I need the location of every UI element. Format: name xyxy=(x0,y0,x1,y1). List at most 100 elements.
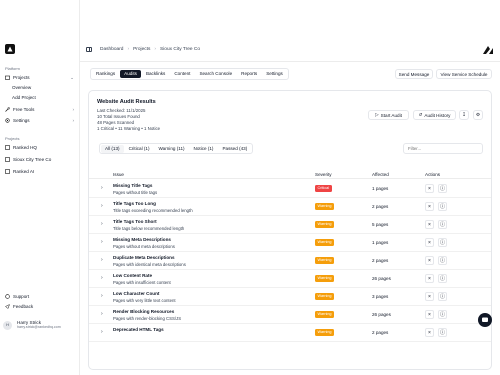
info-button[interactable]: ⓘ xyxy=(438,328,447,337)
chevron-right-icon: › xyxy=(72,118,74,123)
sidebar-item-label: Ranked HQ xyxy=(13,145,38,150)
sidebar-item-free-tools[interactable]: Free Tools › xyxy=(5,105,76,114)
audit-history-label: Audit History xyxy=(424,112,451,118)
chevron-right-icon[interactable]: › xyxy=(101,239,103,245)
dismiss-button[interactable]: × xyxy=(425,292,434,301)
info-button[interactable]: ⓘ xyxy=(438,202,447,211)
table-row[interactable]: › Title Tags Too Long Title tags exceeding… xyxy=(89,198,491,216)
dismiss-button[interactable]: × xyxy=(425,220,434,229)
issue-description: Title tags exceeding recommended length xyxy=(113,208,193,213)
user-menu[interactable]: H Harry Strick harry.strick@rankedhq.com xyxy=(3,317,77,333)
chevron-right-icon[interactable]: › xyxy=(101,221,103,227)
sidebar-item-projects[interactable]: Projects ⌄ xyxy=(5,73,76,82)
section-label-platform: Platform xyxy=(5,66,20,71)
filter-all[interactable]: All (13) xyxy=(101,145,124,153)
severity-badge: Warning xyxy=(315,221,334,228)
breadcrumb-projects[interactable]: Projects xyxy=(133,47,150,52)
breadcrumb-separator: › xyxy=(154,47,157,52)
issue-title: Missing Title Tags xyxy=(113,183,153,188)
issue-description: Title tags below recommended length xyxy=(113,226,185,231)
dismiss-button[interactable]: × xyxy=(425,274,434,283)
tab-backlinks[interactable]: Backlinks xyxy=(142,70,169,78)
dismiss-button[interactable]: × xyxy=(425,238,434,247)
close-icon: × xyxy=(428,275,431,282)
dismiss-button[interactable]: × xyxy=(425,202,434,211)
info-button[interactable]: ⓘ xyxy=(438,256,447,265)
sidebar-item-feedback[interactable]: Feedback xyxy=(5,302,76,311)
sidebar-project-sioux-city[interactable]: Sioux City Tree Co xyxy=(5,155,76,164)
tab-search-console[interactable]: Search Console xyxy=(195,70,236,78)
dismiss-button[interactable]: × xyxy=(425,184,434,193)
chevron-right-icon[interactable]: › xyxy=(101,329,103,335)
chat-icon xyxy=(482,317,488,322)
sidebar: Platform Projects ⌄ Overview Add Project… xyxy=(0,0,80,375)
breadcrumb-dashboard[interactable]: Dashboard xyxy=(100,47,123,52)
filter-warning[interactable]: Warning (11) xyxy=(155,145,189,153)
breadcrumb-current: Sioux City Tree Co xyxy=(160,47,201,52)
tab-audits[interactable]: Audits xyxy=(120,70,141,78)
chevron-right-icon[interactable]: › xyxy=(101,311,103,317)
header-issue: Issue xyxy=(113,172,124,177)
info-button[interactable]: ⓘ xyxy=(438,274,447,283)
sidebar-item-overview[interactable]: Overview xyxy=(12,85,31,90)
view-service-schedule-button[interactable]: View Service Schedule xyxy=(436,69,492,79)
severity-badge: Warning xyxy=(315,275,334,282)
start-audit-label: Start Audit xyxy=(380,112,402,118)
user-email: harry.strick@rankedhq.com xyxy=(17,325,61,330)
filter-passed[interactable]: Passed (43) xyxy=(218,145,251,153)
sidebar-item-settings[interactable]: Settings › xyxy=(5,116,76,125)
dismiss-button[interactable]: × xyxy=(425,256,434,265)
filter-input[interactable] xyxy=(403,143,483,154)
info-icon: ⓘ xyxy=(439,186,445,192)
tab-rankings[interactable]: Rankings xyxy=(92,70,119,78)
info-icon: ⓘ xyxy=(439,276,445,282)
info-button[interactable]: ⓘ xyxy=(438,310,447,319)
affected-count: 26 pages xyxy=(372,276,391,281)
affected-count: 2 pages xyxy=(372,204,389,209)
logo-icon[interactable] xyxy=(5,44,15,54)
issue-title: Missing Meta Descriptions xyxy=(113,237,171,242)
chevron-right-icon[interactable]: › xyxy=(101,257,103,263)
chevron-right-icon[interactable]: › xyxy=(101,185,103,191)
table-row[interactable]: › Low Content Rate Pages with insufficient… xyxy=(89,270,491,288)
settings-button[interactable]: ⚙ xyxy=(473,110,483,120)
download-icon: ↧ xyxy=(462,112,466,117)
sidebar-item-add-project[interactable]: Add Project xyxy=(12,95,36,100)
gear-icon: ⚙ xyxy=(475,112,481,117)
tab-content[interactable]: Content xyxy=(170,70,194,78)
table-row[interactable]: › Title Tags Too Short Title tags below re… xyxy=(89,216,491,234)
dismiss-button[interactable]: × xyxy=(425,328,434,337)
sidebar-project-ranked-ai[interactable]: Ranked AI xyxy=(5,167,76,176)
table-row[interactable]: › Deprecated HTML Tags Warning 2 pages × ⓘ xyxy=(89,324,491,342)
audit-history-button[interactable]: ↺ Audit History xyxy=(413,110,456,120)
table-row[interactable]: › Render Blocking Resources Pages with ren… xyxy=(89,306,491,324)
filter-critical[interactable]: Critical (1) xyxy=(125,145,154,153)
tab-settings[interactable]: Settings xyxy=(262,70,287,78)
chat-launcher-button[interactable] xyxy=(478,313,492,327)
filter-notice[interactable]: Notice (1) xyxy=(190,145,218,153)
dismiss-button[interactable]: × xyxy=(425,310,434,319)
table-row[interactable]: › Missing Title Tags Pages without title t… xyxy=(89,180,491,198)
download-button[interactable]: ↧ xyxy=(459,110,469,120)
info-button[interactable]: ⓘ xyxy=(438,292,447,301)
header-affected: Affected xyxy=(372,172,389,177)
start-audit-button[interactable]: ▷ Start Audit xyxy=(368,110,409,120)
sidebar-item-label: Free Tools xyxy=(13,107,35,112)
chevron-right-icon[interactable]: › xyxy=(101,203,103,209)
chevron-right-icon[interactable]: › xyxy=(101,275,103,281)
send-message-button[interactable]: Send Message xyxy=(395,69,433,79)
tab-reports[interactable]: Reports xyxy=(237,70,261,78)
issue-title: Title Tags Too Long xyxy=(113,201,156,206)
sidebar-item-label: Feedback xyxy=(13,304,34,309)
sidebar-item-support[interactable]: Support xyxy=(5,292,76,301)
table-row[interactable]: › Low Character Count Pages with very litt… xyxy=(89,288,491,306)
info-button[interactable]: ⓘ xyxy=(438,220,447,229)
sidebar-toggle-icon[interactable] xyxy=(86,47,92,52)
sidebar-project-ranked-hq[interactable]: Ranked HQ xyxy=(5,143,76,152)
info-button[interactable]: ⓘ xyxy=(438,184,447,193)
issue-title: Render Blocking Resources xyxy=(113,309,175,314)
info-button[interactable]: ⓘ xyxy=(438,238,447,247)
chevron-right-icon[interactable]: › xyxy=(101,293,103,299)
table-row[interactable]: › Missing Meta Descriptions Pages without … xyxy=(89,234,491,252)
table-row[interactable]: › Duplicate Meta Descriptions Pages with i… xyxy=(89,252,491,270)
